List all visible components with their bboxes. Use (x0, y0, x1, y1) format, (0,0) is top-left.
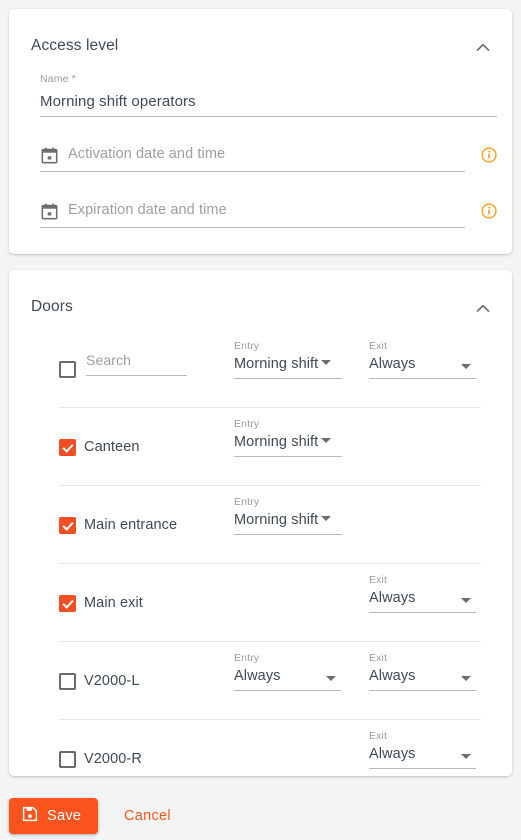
calendar-icon[interactable] (41, 203, 58, 220)
doors-title: Doors (31, 298, 73, 315)
activation-date-field[interactable]: Activation date and time (40, 146, 497, 180)
entry-schedule-select[interactable]: Entry Always (234, 652, 341, 691)
entry-schedule-select-underline (234, 534, 342, 535)
entry-schedule-select-value: Always (234, 668, 281, 684)
expiration-date-underline (40, 227, 465, 228)
cancel-button-label: Cancel (124, 808, 171, 824)
door-name-label: V2000-R (84, 751, 142, 767)
name-field[interactable]: Name * Morning shift operators (40, 73, 497, 117)
door-checkbox[interactable] (59, 751, 76, 768)
expiration-date-placeholder: Expiration date and time (68, 202, 227, 218)
select-all-checkbox[interactable] (59, 361, 76, 378)
form-footer: Save Cancel (0, 782, 521, 840)
exit-schedule-select-value: Always (369, 356, 416, 372)
access-level-card-header: Access level (9, 9, 512, 67)
exit-schedule-select[interactable]: Exit Always (369, 652, 476, 691)
doors-card-header: Doors (9, 270, 512, 328)
search-input-placeholder: Search (86, 352, 131, 368)
exit-schedule-select-value: Always (369, 590, 416, 606)
name-field-underline (40, 116, 497, 117)
chevron-down-icon[interactable] (461, 676, 471, 681)
door-row: V2000-R Exit Always (9, 720, 512, 776)
entry-schedule-select-label: Entry (234, 652, 260, 664)
access-level-form-page: Access level Name * Morning shift operat… (0, 0, 521, 840)
entry-schedule-select[interactable]: Entry Morning shift (234, 340, 342, 379)
name-field-value: Morning shift operators (40, 93, 196, 110)
entry-schedule-select-value: Morning shift (234, 512, 319, 528)
door-name-label: V2000-L (84, 673, 140, 689)
door-checkbox[interactable] (59, 595, 76, 612)
exit-schedule-select-label: Exit (369, 574, 388, 586)
activation-date-placeholder: Activation date and time (68, 146, 226, 162)
chevron-up-icon[interactable] (472, 37, 494, 59)
chevron-down-icon[interactable] (326, 676, 336, 681)
exit-schedule-select-value: Always (369, 746, 416, 762)
entry-schedule-select-value: Morning shift (234, 356, 319, 372)
calendar-icon[interactable] (41, 147, 58, 164)
exit-schedule-select-underline (369, 768, 476, 769)
search-input-underline (86, 375, 187, 376)
chevron-down-icon[interactable] (461, 598, 471, 603)
chevron-down-icon[interactable] (321, 438, 332, 444)
exit-schedule-select-label: Exit (369, 340, 388, 352)
chevron-up-icon[interactable] (472, 298, 494, 320)
entry-schedule-select-underline (234, 378, 342, 379)
door-row: Main entrance Entry Morning shift (9, 486, 512, 564)
entry-schedule-select-underline (234, 690, 341, 691)
exit-schedule-select-label: Exit (369, 652, 388, 664)
doors-header-row: Search Entry Morning shift Exit Always (9, 330, 512, 408)
exit-schedule-select-value: Always (369, 668, 416, 684)
entry-schedule-select[interactable]: Entry Morning shift (234, 496, 342, 535)
chevron-down-icon[interactable] (321, 360, 332, 366)
chevron-down-icon[interactable] (461, 364, 471, 369)
chevron-down-icon[interactable] (461, 754, 471, 759)
exit-schedule-select[interactable]: Exit Always (369, 574, 476, 613)
door-checkbox[interactable] (59, 673, 76, 690)
door-name-label: Canteen (84, 439, 140, 455)
cancel-button[interactable]: Cancel (112, 798, 183, 834)
exit-schedule-select-label: Exit (369, 730, 388, 742)
exit-schedule-select[interactable]: Exit Always (369, 340, 476, 379)
door-name-label: Main entrance (84, 517, 178, 533)
access-level-title: Access level (31, 37, 119, 54)
exit-schedule-select-underline (369, 378, 476, 379)
entry-schedule-select[interactable]: Entry Morning shift (234, 418, 342, 457)
door-checkbox[interactable] (59, 439, 76, 456)
info-circle-icon[interactable] (481, 203, 497, 219)
door-row: Main exit Exit Always (9, 564, 512, 642)
save-button-label: Save (47, 808, 82, 824)
exit-schedule-select[interactable]: Exit Always (369, 730, 476, 769)
access-level-card: Access level Name * Morning shift operat… (9, 9, 512, 254)
search-input[interactable]: Search (86, 352, 187, 376)
chevron-down-icon[interactable] (321, 516, 332, 522)
door-checkbox[interactable] (59, 517, 76, 534)
entry-schedule-select-label: Entry (234, 340, 260, 352)
entry-schedule-select-underline (234, 456, 342, 457)
expiration-date-field[interactable]: Expiration date and time (40, 202, 497, 236)
door-row: V2000-L Entry Always Exit Always (9, 642, 512, 720)
save-floppy-icon (22, 806, 38, 826)
entry-schedule-select-label: Entry (234, 496, 260, 508)
name-field-label: Name * (40, 73, 76, 85)
entry-schedule-select-label: Entry (234, 418, 260, 430)
exit-schedule-select-underline (369, 612, 476, 613)
door-row: Canteen Entry Morning shift (9, 408, 512, 486)
save-button[interactable]: Save (9, 798, 99, 834)
doors-card: Doors Search Entry Morning shift Exit Always… (9, 270, 512, 776)
exit-schedule-select-underline (369, 690, 476, 691)
entry-schedule-select-value: Morning shift (234, 434, 319, 450)
door-name-label: Main exit (84, 595, 143, 611)
info-circle-icon[interactable] (481, 147, 497, 163)
activation-date-underline (40, 171, 465, 172)
